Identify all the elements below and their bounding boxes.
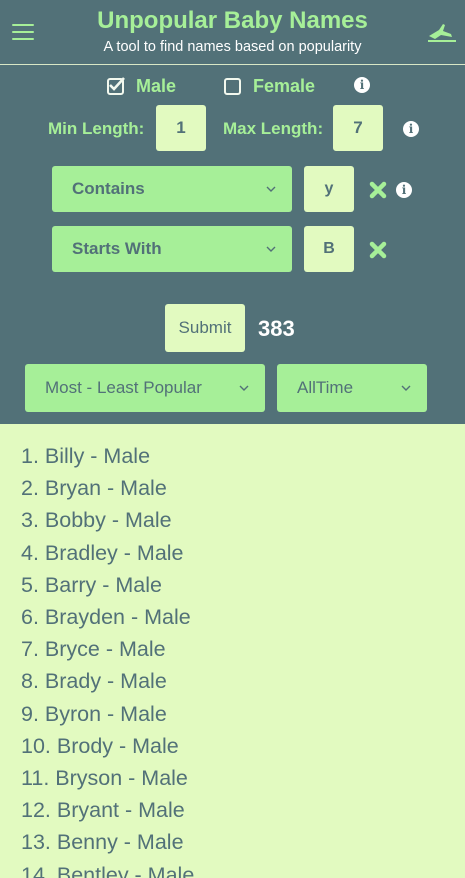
chevron-down-icon [239,385,249,391]
list-item: 8. Brady - Male [21,669,167,694]
rule1-value-input[interactable]: y [304,166,354,212]
female-checkbox[interactable]: Female [224,76,315,97]
list-item: 10. Brody - Male [21,733,179,758]
list-item: 11. Bryson - Male [21,766,188,791]
airplane-landing-icon[interactable] [427,22,457,44]
results-list: 1. Billy - Male 2. Bryan - Male 3. Bobby… [0,424,465,878]
sort-order-value: Most - Least Popular [45,378,202,397]
list-item: 14. Bentley - Male [21,862,195,878]
list-item: 2. Bryan - Male [21,476,167,501]
submit-button[interactable]: Submit [165,304,245,352]
list-item: 5. Barry - Male [21,572,162,597]
checkbox-checked-icon [107,77,125,95]
page-title: Unpopular Baby Names [97,7,368,34]
list-item: 13. Benny - Male [21,830,184,855]
length-info-icon[interactable]: i [403,121,419,137]
rule1-type-select[interactable]: Contains [52,166,292,212]
min-length-input[interactable]: 1 [156,105,206,151]
time-period-select[interactable]: AllTime [277,364,427,412]
max-length-input[interactable]: 7 [333,105,383,151]
chevron-down-icon [266,186,276,192]
rule2-type-value: Starts With [72,239,162,258]
sort-order-select[interactable]: Most - Least Popular [25,364,265,412]
rule2-type-select[interactable]: Starts With [52,226,292,272]
min-length-label: Min Length: [48,119,145,138]
list-item: 12. Bryant - Male [21,798,185,823]
male-checkbox[interactable]: Male [107,76,176,97]
max-length-label: Max Length: [223,119,324,138]
list-item: 6. Brayden - Male [21,605,191,630]
list-item: 9. Byron - Male [21,701,167,726]
time-period-value: AllTime [297,378,354,397]
rule2-value-input[interactable]: B [304,226,354,272]
list-item: 7. Bryce - Male [21,637,166,662]
list-item: 3. Bobby - Male [21,508,172,533]
female-label: Female [253,76,316,96]
page-subtitle: A tool to find names based on popularity [103,39,362,55]
chevron-down-icon [401,385,411,391]
header-divider [0,64,465,65]
male-label: Male [136,76,177,96]
list-item: 1. Billy - Male [21,444,151,468]
remove-rule1-icon[interactable] [369,181,387,199]
gender-info-icon[interactable]: i [354,77,370,93]
remove-rule2-icon[interactable] [369,241,387,259]
filter-panel: Unpopular Baby Names A tool to find name… [0,0,465,424]
chevron-down-icon [266,246,276,252]
rule1-type-value: Contains [72,179,145,198]
result-count: 383 [258,316,295,341]
list-item: 4. Bradley - Male [21,540,184,565]
rule1-info-icon[interactable]: i [396,182,412,198]
checkbox-unchecked-icon [224,78,241,95]
